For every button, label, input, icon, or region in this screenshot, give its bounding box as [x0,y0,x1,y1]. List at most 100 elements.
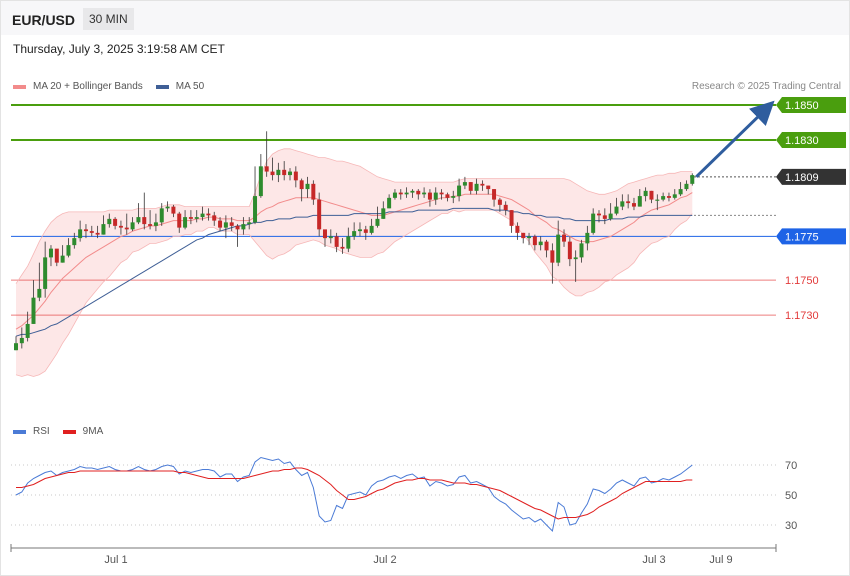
candle-body [183,217,188,228]
candle-body [165,206,170,209]
candle-body [31,297,36,324]
candle-body [54,248,59,263]
candle-body [346,236,351,249]
candle-body [212,215,217,221]
candle-body [626,201,631,204]
candle-body [672,194,677,198]
x-axis: Jul 1 Jul 2 Jul 3 Jul 9 [10,544,777,566]
candle-body [474,183,479,191]
candle-body [264,166,269,172]
projection-overlay [695,100,775,178]
candle-body [602,215,607,219]
level-label-3: 1.1775 [785,231,819,243]
candle-body [247,222,252,225]
candle-body [684,183,689,190]
candle-body [369,225,374,233]
candle-body [422,192,427,195]
candle-body [591,213,596,233]
candle-body [375,218,380,226]
candle-body [527,236,532,239]
candle-body [328,236,333,239]
rsi-tick-70: 70 [785,460,797,472]
candle-body [655,199,660,201]
candle-body [235,225,240,230]
candle-body [404,192,409,195]
candle-body [614,206,619,214]
candle-body [392,192,397,198]
candle-body [171,206,176,214]
x-tick-label-2: Jul 3 [642,554,665,566]
candle-body [597,213,601,216]
candle-body [25,323,30,338]
candle-body [78,229,83,239]
candle-body [462,182,467,186]
x-tick-label-0: Jul 1 [104,554,127,566]
candle-body [89,231,94,233]
candle-body [661,196,666,200]
candle-body [48,248,53,258]
candle-body [37,288,42,298]
candle-body [567,241,572,260]
candle-body [95,232,100,235]
candle-body [107,218,112,225]
candle-body [311,183,316,200]
candle-body [241,224,246,230]
candle-body [282,169,287,176]
candle-body [486,185,491,190]
bollinger-band-fill [16,148,693,377]
candle-body [136,217,141,223]
candle [521,232,526,244]
candle-body [101,224,106,235]
projection-arrow [695,100,775,178]
rsi-tick-30: 30 [785,520,797,532]
candle-body [200,213,205,218]
candle-body [503,204,508,211]
candle-body [357,229,362,232]
candle-body [270,171,275,176]
candle-body [258,166,263,197]
rsi-line [15,456,693,533]
level-label-2: 1.1809 [785,172,819,184]
candle-body [649,190,654,200]
candle-body [480,183,485,186]
level-label-0: 1.1850 [785,100,819,112]
candle-body [223,222,228,228]
chart-canvas: 1.1850 1.1830 1.1809 1.1775 1.1750 1.1730 70 5… [10,97,846,566]
candle [690,173,695,186]
candle [509,210,514,233]
candle-body [637,196,642,207]
candle-body [678,189,683,195]
candle-body [118,225,123,228]
level-label-5: 1.1730 [785,310,819,322]
candle-body [515,225,520,233]
candle-body [124,227,129,230]
candle-body [445,194,450,198]
candle-body [387,197,392,209]
candle-body [509,210,514,226]
candle-body [468,182,473,191]
candle-body [439,192,444,195]
candle-body [585,232,590,244]
candle [264,131,269,177]
candle [258,154,263,198]
candle-body [340,246,345,249]
bollinger-bands [16,148,693,377]
candle-body [130,222,135,230]
candle-body [521,232,526,239]
candle-body [666,196,671,198]
candle-body [83,229,88,232]
level-label-4: 1.1750 [785,275,819,287]
candle-body [159,208,164,223]
candle-body [381,208,386,219]
candle-body [363,229,368,233]
candle-body [293,171,298,181]
x-tick-label-1: Jul 2 [373,554,396,566]
candle-body [206,213,211,216]
candle-body [253,196,258,223]
candle-body [177,213,182,228]
candle-body [433,192,438,200]
candle-body [194,217,199,219]
rsi-tick-50: 50 [785,490,797,502]
candle-body [218,220,223,228]
x-tick-label-3: Jul 9 [709,554,732,566]
